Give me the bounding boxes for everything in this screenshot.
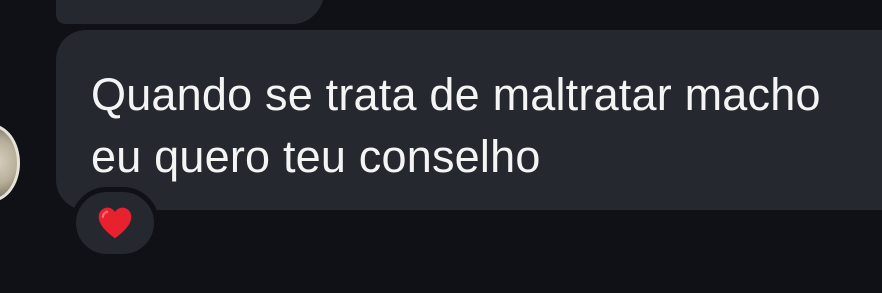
reaction-pill[interactable] (71, 187, 159, 259)
heart-icon (98, 207, 132, 239)
chat-area: Quando se trata de maltratar macho eu qu… (0, 0, 882, 293)
previous-message-bubble[interactable] (56, 0, 324, 24)
avatar[interactable] (0, 124, 20, 202)
message-text: Quando se trata de maltratar macho eu qu… (91, 69, 821, 182)
